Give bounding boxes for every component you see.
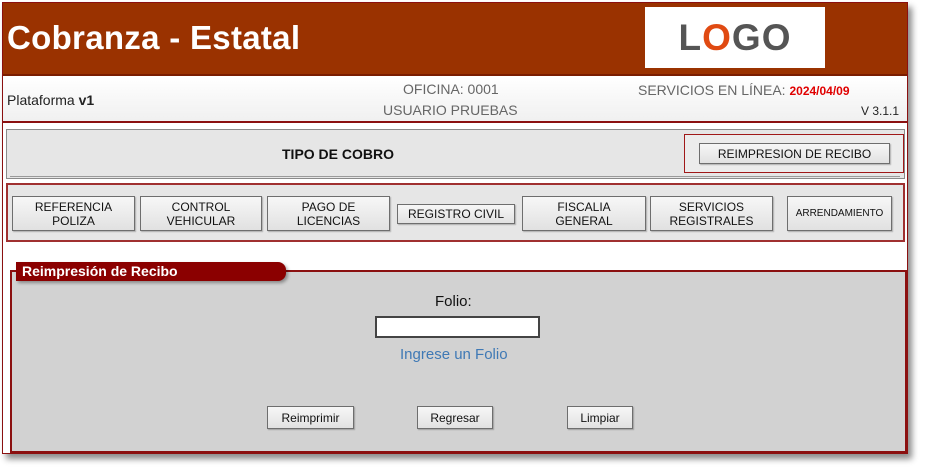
logo-letter: O (702, 17, 732, 58)
divider (10, 176, 900, 177)
category-label-line: PAGO DE (301, 199, 356, 214)
platform-version: v1 (78, 92, 95, 108)
app-frame: Cobranza - Estatal LOGO Plataforma v1 OF… (2, 2, 908, 454)
services-label: SERVICIOS EN LÍNEA: (638, 82, 790, 98)
category-label-line: SERVICIOS (678, 199, 745, 214)
category-button-control-vehicular[interactable]: CONTROL VEHICULAR (140, 196, 262, 231)
app-title: Cobranza - Estatal (7, 19, 301, 56)
clear-button[interactable]: Limpiar (567, 406, 633, 429)
category-button-servicios-registrales[interactable]: SERVICIOS REGISTRALES (650, 196, 773, 231)
category-label: FISCALIA GENERAL (555, 200, 612, 228)
reprint-receipt-button[interactable]: REIMPRESION DE RECIBO (699, 143, 890, 164)
reprint-button[interactable]: Reimprimir (267, 406, 354, 429)
category-label: CONTROL VEHICULAR (167, 200, 236, 228)
payment-type-title: TIPO DE COBRO (282, 146, 395, 162)
category-label: SERVICIOS REGISTRALES (669, 200, 753, 228)
reprint-button-frame: REIMPRESION DE RECIBO (684, 134, 904, 173)
platform-label: Plataforma v1 (7, 92, 94, 108)
folio-hint: Ingrese un Folio (400, 346, 508, 363)
category-label-line: FISCALIA (557, 199, 611, 214)
office-label: OFICINA: 0001 (403, 81, 499, 97)
category-button-referencia-poliza[interactable]: REFERENCIA POLIZA (12, 196, 135, 231)
category-label-line: POLIZA (52, 213, 95, 228)
category-label-line: CONTROL (171, 199, 231, 214)
user-label: USUARIO PRUEBAS (383, 102, 518, 118)
app-version: V 3.1.1 (861, 104, 900, 118)
logo-letter: L (678, 17, 703, 58)
category-label-line: LICENCIAS (296, 213, 361, 228)
services-status: SERVICIOS EN LÍNEA: 2024/04/09 (638, 82, 850, 98)
logo-letter: G (731, 17, 762, 58)
category-panel: REFERENCIA POLIZA CONTROL VEHICULAR PAGO D… (6, 183, 905, 242)
app-header: Cobranza - Estatal LOGO (3, 3, 907, 76)
category-label-line: REGISTRALES (669, 213, 754, 228)
folio-input[interactable] (375, 316, 540, 338)
category-label: PAGO DE LICENCIAS (297, 200, 360, 228)
platform-text: Plataforma (7, 92, 79, 108)
category-button-pago-licencias[interactable]: PAGO DE LICENCIAS (267, 196, 390, 231)
category-label-line: GENERAL (555, 213, 613, 228)
category-label-line: VEHICULAR (166, 213, 236, 228)
category-button-registro-civil[interactable]: REGISTRO CIVIL (397, 204, 515, 224)
services-date: 2024/04/09 (789, 84, 850, 98)
logo: LOGO (645, 7, 825, 68)
category-button-arrendamiento[interactable]: ARRENDAMIENTO (787, 196, 892, 231)
logo-letter: O (761, 17, 792, 58)
category-label: REFERENCIA POLIZA (35, 200, 112, 228)
category-label-line: REFERENCIA (34, 199, 113, 214)
payment-type-panel: TIPO DE COBRO REIMPRESION DE RECIBO (6, 129, 905, 179)
back-button[interactable]: Regresar (417, 406, 493, 429)
category-button-fiscalia-general[interactable]: FISCALIA GENERAL (522, 196, 646, 231)
reprint-section-title: Reimpresión de Recibo (16, 262, 286, 281)
folio-label: Folio: (435, 293, 472, 310)
info-bar: Plataforma v1 OFICINA: 0001 USUARIO PRUE… (3, 77, 907, 123)
